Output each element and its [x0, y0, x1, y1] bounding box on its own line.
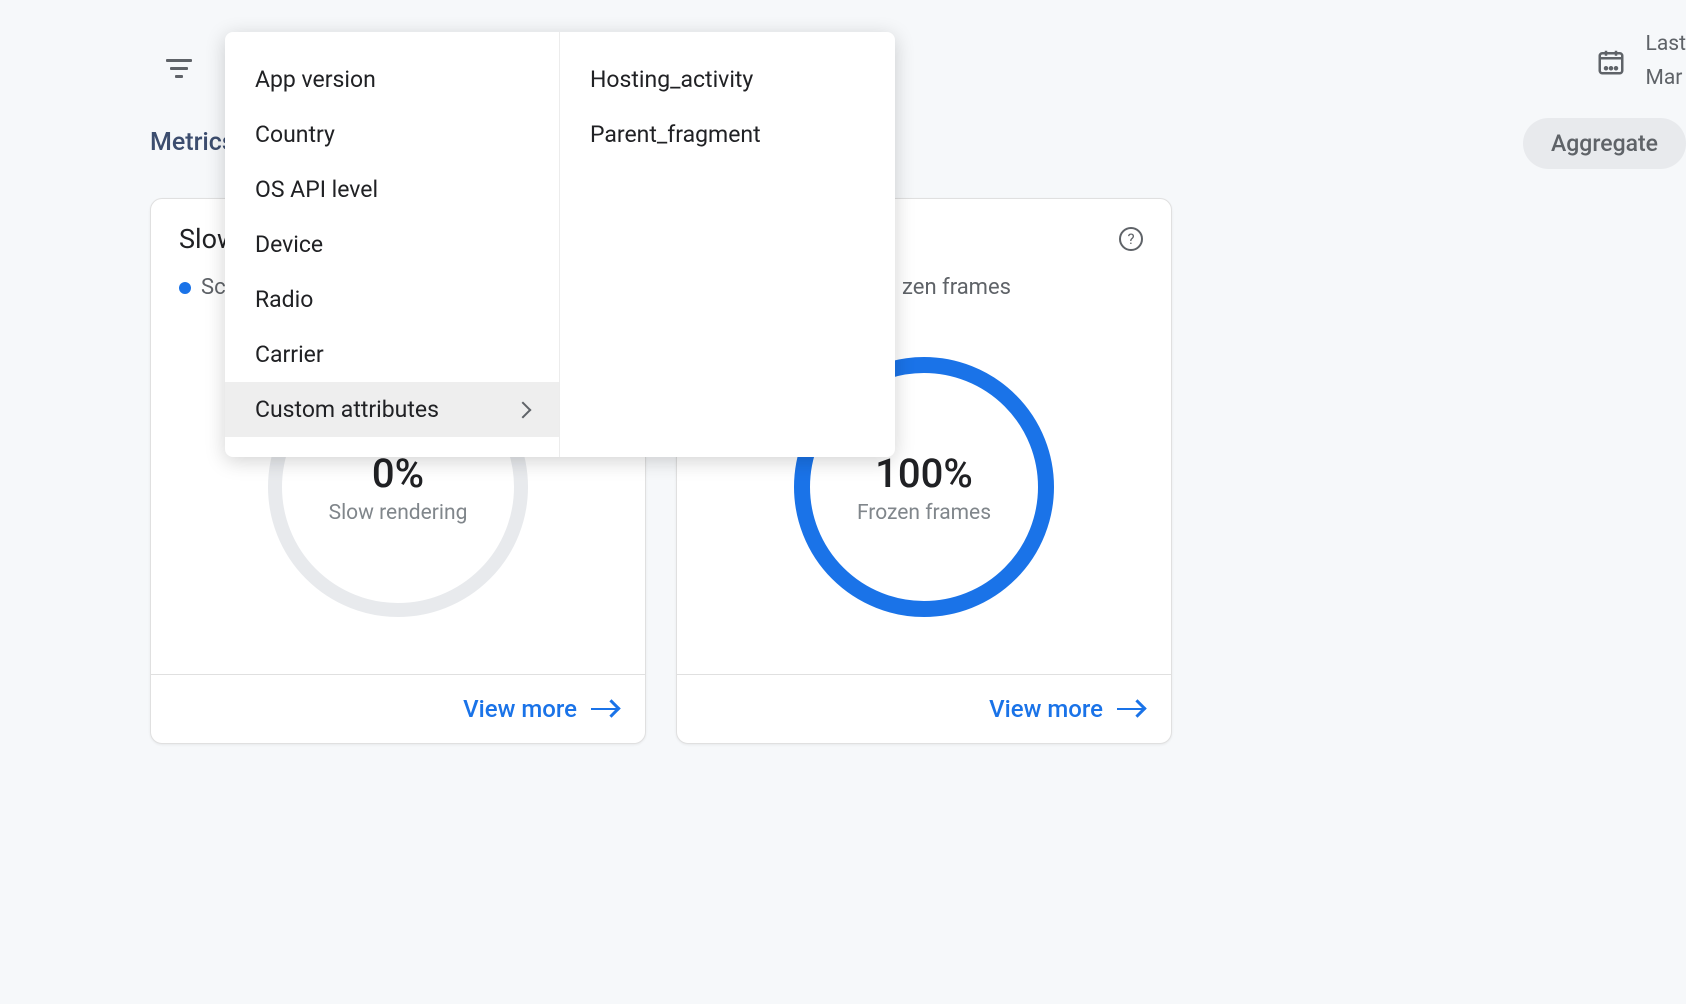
view-more-button[interactable]: View more [151, 674, 645, 743]
filter-item-custom-attributes[interactable]: Custom attributes [225, 382, 559, 437]
help-icon[interactable]: ? [1119, 227, 1143, 251]
filter-item-device[interactable]: Device [225, 217, 559, 272]
filter-menu-primary: App version Country OS API level Device … [225, 32, 560, 457]
metrics-tab[interactable]: Metrics [150, 128, 235, 157]
filter-subitem-parent-fragment[interactable]: Parent_fragment [560, 107, 895, 162]
frozen-sublabel: Frozen frames [857, 501, 991, 525]
view-more-label: View more [463, 695, 577, 723]
view-more-button[interactable]: View more [677, 674, 1171, 743]
arrow-right-icon [591, 708, 617, 710]
filter-menu: App version Country OS API level Device … [225, 32, 895, 457]
arrow-right-icon [1117, 708, 1143, 710]
filter-icon[interactable] [165, 59, 193, 81]
date-range[interactable]: Last Mar [1596, 28, 1686, 95]
slow-sublabel: Slow rendering [329, 501, 468, 525]
legend-dot-icon [179, 282, 191, 294]
chevron-right-icon [515, 401, 532, 418]
date-range-text: Last Mar [1646, 28, 1686, 95]
filter-subitem-hosting-activity[interactable]: Hosting_activity [560, 52, 895, 107]
filter-item-country[interactable]: Country [225, 107, 559, 162]
calendar-icon [1596, 47, 1626, 77]
date-line2: Mar [1646, 62, 1686, 96]
aggregate-toggle[interactable]: Aggregate [1523, 118, 1686, 169]
legend-label: zen frames [902, 275, 1011, 300]
filter-item-radio[interactable]: Radio [225, 272, 559, 327]
view-more-label: View more [989, 695, 1103, 723]
filter-item-app-version[interactable]: App version [225, 52, 559, 107]
filter-item-os-api-level[interactable]: OS API level [225, 162, 559, 217]
filter-item-carrier[interactable]: Carrier [225, 327, 559, 382]
filter-menu-submenu: Hosting_activity Parent_fragment [560, 32, 895, 457]
frozen-percent: 100% [875, 450, 973, 497]
date-line1: Last [1646, 28, 1686, 62]
